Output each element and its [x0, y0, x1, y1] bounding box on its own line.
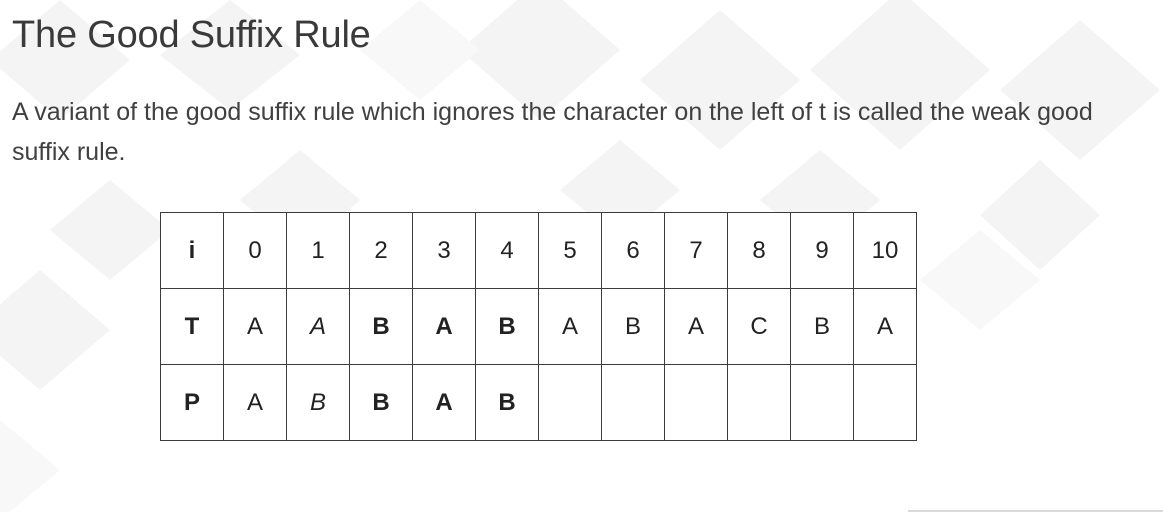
table-row: TAABABABACBA — [160, 288, 917, 365]
table-cell: A — [853, 288, 917, 365]
table-cell: B — [349, 288, 413, 365]
row-header: P — [160, 364, 224, 441]
table-cell: A — [223, 364, 287, 441]
table-cell: B — [286, 364, 350, 441]
table-cell: 9 — [790, 212, 854, 289]
table-cell — [601, 364, 665, 441]
table-cell: 4 — [475, 212, 539, 289]
table-cell — [727, 364, 791, 441]
table-cell: A — [223, 288, 287, 365]
table-cell: 7 — [664, 212, 728, 289]
table-cell: 6 — [601, 212, 665, 289]
table-cell — [664, 364, 728, 441]
table-cell: 5 — [538, 212, 602, 289]
table-cell: C — [727, 288, 791, 365]
suffix-table: i 0 1 2 3 4 5 6 7 8 9 10 T A A B A B A B A C B A P A B B A B — [160, 212, 917, 441]
table-cell: A — [412, 288, 476, 365]
table-cell: 10 — [853, 212, 917, 289]
table-row: i 0 1 2 3 4 5 6 7 8 9 10 — [160, 212, 917, 289]
table-cell — [853, 364, 917, 441]
table-cell: A — [538, 288, 602, 365]
table-cell: 1 — [286, 212, 350, 289]
table-cell: B — [475, 288, 539, 365]
table-cell: B — [475, 364, 539, 441]
row-header: i — [160, 212, 224, 289]
table-row: PABBAB — [160, 364, 917, 441]
table-cell — [790, 364, 854, 441]
table-cell: 2 — [349, 212, 413, 289]
table-cell: B — [349, 364, 413, 441]
table-cell: 0 — [223, 212, 287, 289]
slide-title: The Good Suffix Rule — [12, 14, 371, 56]
table-cell: B — [790, 288, 854, 365]
row-header: T — [160, 288, 224, 365]
table-cell — [538, 364, 602, 441]
table-cell: 8 — [727, 212, 791, 289]
table-cell: A — [412, 364, 476, 441]
table-cell: A — [664, 288, 728, 365]
slide-body-text: A variant of the good suffix rule which … — [12, 98, 1093, 166]
table-cell: B — [601, 288, 665, 365]
table-cell: 3 — [412, 212, 476, 289]
table-cell: A — [286, 288, 350, 365]
